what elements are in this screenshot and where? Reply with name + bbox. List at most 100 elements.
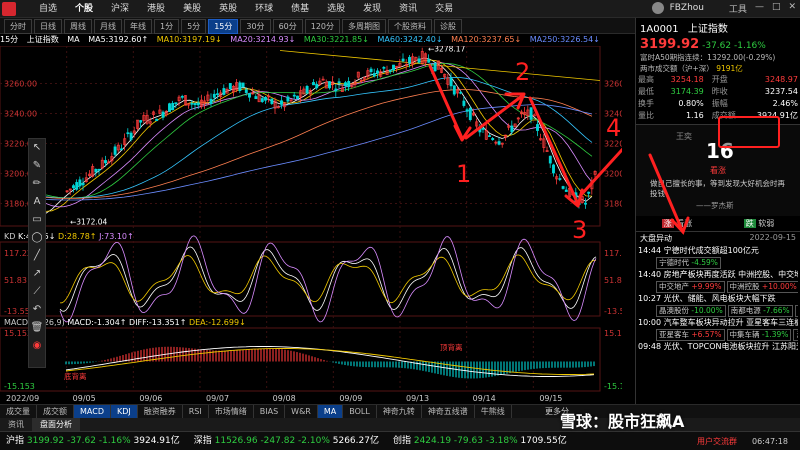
menu-item-10[interactable]: 资讯 xyxy=(390,0,426,18)
undo-icon[interactable]: ↶ xyxy=(29,301,45,319)
menu-item-8[interactable]: 选股 xyxy=(318,0,354,18)
indicator-tab-8[interactable]: W&R xyxy=(285,405,318,418)
menu-item-11[interactable]: 交易 xyxy=(426,0,462,18)
ticker-2[interactable]: 创指 2424.19 -79.63 -3.18% 1709.55亿 xyxy=(393,436,567,446)
news-item[interactable]: 14:44 宁德时代成交额超100亿元 xyxy=(638,245,798,257)
period-9[interactable]: 60分 xyxy=(272,19,303,34)
menu-item-1[interactable]: 个股 xyxy=(66,0,102,18)
kline-chart[interactable]: ←3278.17←3172.04 顶背离底背离 3260.003260.0032… xyxy=(0,46,622,414)
period-8[interactable]: 30分 xyxy=(240,19,271,34)
page-tab-0[interactable]: 资讯 xyxy=(0,418,32,431)
news-tags: 宁德时代 -4.59% xyxy=(638,257,798,269)
trend-line xyxy=(279,50,601,81)
menu-item-4[interactable]: 美股 xyxy=(174,0,210,18)
quote-value: 0.80% xyxy=(678,99,704,108)
window-control-3[interactable]: ✕ xyxy=(788,2,796,15)
user-name[interactable]: FBZhou xyxy=(670,3,704,13)
period-7[interactable]: 15分 xyxy=(208,19,239,34)
ticker-0[interactable]: 沪指 3199.92 -37.62 -1.16% 3924.91亿 xyxy=(6,436,180,446)
news-item[interactable]: 10:00 汽车整车板块异动拉升 亚星客车三连板涨停 xyxy=(638,317,798,329)
candle-body xyxy=(315,83,319,89)
pen-icon[interactable]: ✎ xyxy=(29,157,45,175)
bear-button[interactable]: 跌 软弱 xyxy=(743,218,774,229)
candle-body xyxy=(292,94,296,97)
menu-item-2[interactable]: 沪深 xyxy=(102,0,138,18)
menu-item-5[interactable]: 英股 xyxy=(210,0,246,18)
indicator-tab-6[interactable]: 市场情绪 xyxy=(209,405,254,418)
period-2[interactable]: 周线 xyxy=(64,19,92,34)
stock-tag[interactable]: 中洲控股 +10.00% xyxy=(726,281,798,293)
news-item[interactable]: 09:48 光伏、TOPCON电池板块拉升 江苏阳光 xyxy=(638,341,798,353)
ma-label[interactable]: MA xyxy=(67,35,79,44)
ticker-name: 创指 xyxy=(392,436,414,446)
indicator-tab-3[interactable]: KDJ xyxy=(110,405,138,418)
toolbar-extra-0[interactable]: 个股资料 xyxy=(388,19,433,34)
period-3[interactable]: 月线 xyxy=(94,19,122,34)
chart-period: 15分 xyxy=(0,35,19,44)
feedback-link[interactable]: 用户交流群 xyxy=(697,432,737,450)
candle-body xyxy=(104,160,107,164)
menu-item-9[interactable]: 发现 xyxy=(354,0,390,18)
window-control-2[interactable]: □ xyxy=(772,2,781,15)
news-item[interactable]: 14:40 房地产板块再度活跃 中洲控股、中交地产等 xyxy=(638,269,798,281)
user-area[interactable]: FBZhou xyxy=(651,2,704,14)
menu-item-6[interactable]: 环球 xyxy=(246,0,282,18)
window-control-1[interactable]: — xyxy=(755,2,764,15)
stock-tag[interactable]: 宁德时代 -4.59% xyxy=(656,257,721,269)
ma250-value: MA250:3226.54↓ xyxy=(529,35,600,44)
stock-tag[interactable]: 派能科技 -13.66% xyxy=(794,305,798,317)
period-6[interactable]: 5分 xyxy=(181,19,207,34)
stock-tag[interactable]: 海马汽车 +5.62% xyxy=(793,329,798,341)
indicator-tab-11[interactable]: 神奇九转 xyxy=(377,405,422,418)
stock-tag-change: +9.99% xyxy=(691,282,722,291)
menu-item-7[interactable]: 债基 xyxy=(282,0,318,18)
text-icon[interactable]: A xyxy=(29,193,45,211)
line-icon[interactable]: ╱ xyxy=(29,247,45,265)
indicator-tab-5[interactable]: RSI xyxy=(183,405,209,418)
news-item[interactable]: 10:27 光伏、储能、风电板块大幅下跌 xyxy=(638,293,798,305)
multi-period-button[interactable]: 多周期图 xyxy=(342,19,387,34)
ray-icon[interactable]: ⟋ xyxy=(29,283,45,301)
hand-number-4: 4 xyxy=(606,114,621,142)
indicator-tab-7[interactable]: BIAS xyxy=(254,405,286,418)
avatar[interactable] xyxy=(651,2,664,14)
brush-icon[interactable]: ✏ xyxy=(29,175,45,193)
period-10[interactable]: 120分 xyxy=(304,19,341,34)
indicator-tab-13[interactable]: 牛熊线 xyxy=(475,405,512,418)
menu-item-0[interactable]: 自选 xyxy=(30,0,66,18)
stock-tag-name: 海马汽车 xyxy=(796,330,798,339)
indicator-tab-9[interactable]: MA xyxy=(317,405,344,418)
indicator-tab-1[interactable]: 成交额 xyxy=(37,405,74,418)
news-time: 09:48 xyxy=(638,342,664,351)
ma30-value: MA30:3221.85↓ xyxy=(303,35,369,44)
menu-item-3[interactable]: 港股 xyxy=(138,0,174,18)
indicator-tab-10[interactable]: BOLL xyxy=(343,405,377,418)
stock-tag[interactable]: 南都电源 -7.66% xyxy=(727,305,793,317)
news-text: 光伏、储能、风电板块大幅下跌 xyxy=(663,294,776,303)
arrow-icon[interactable]: ↗ xyxy=(29,265,45,283)
indicator-tab-2[interactable]: MACD xyxy=(74,405,111,418)
toolbar-extra-1[interactable]: 诊股 xyxy=(434,19,463,34)
page-tab-1[interactable]: 盘面分析 xyxy=(32,418,80,431)
rectangle-icon[interactable]: ▭ xyxy=(29,211,45,229)
period-0[interactable]: 分时 xyxy=(4,19,32,34)
indicator-tab-12[interactable]: 神奇五线谱 xyxy=(422,405,475,418)
indicator-tab-4[interactable]: 融资融券 xyxy=(138,405,183,418)
cursor-icon[interactable]: ↖ xyxy=(29,139,45,157)
trash-icon[interactable]: 🗑 xyxy=(29,319,45,337)
period-5[interactable]: 1分 xyxy=(154,19,180,34)
indicator-tab-0[interactable]: 成交量 xyxy=(0,405,37,418)
stock-tag[interactable]: 晶澳股份 -10.00% xyxy=(656,305,726,317)
stock-tag[interactable]: 中交地产 +9.99% xyxy=(656,281,725,293)
candle-body xyxy=(168,103,171,112)
index-tickers: 沪指 3199.92 -37.62 -1.16% 3924.91亿 深指 1152… xyxy=(0,436,575,446)
window-control-0[interactable]: 工具 xyxy=(729,2,747,15)
period-4[interactable]: 年线 xyxy=(124,19,152,34)
record-icon[interactable]: ◉ xyxy=(29,337,45,355)
stock-tag[interactable]: 亚星客车 +6.57% xyxy=(656,329,725,341)
stock-tag[interactable]: 中集车辆 -1.39% xyxy=(726,329,792,341)
ellipse-icon[interactable]: ◯ xyxy=(29,229,45,247)
candle-body xyxy=(564,189,568,192)
period-1[interactable]: 日线 xyxy=(34,19,62,34)
ticker-1[interactable]: 深指 11526.96 -247.82 -2.10% 5266.27亿 xyxy=(194,436,379,446)
